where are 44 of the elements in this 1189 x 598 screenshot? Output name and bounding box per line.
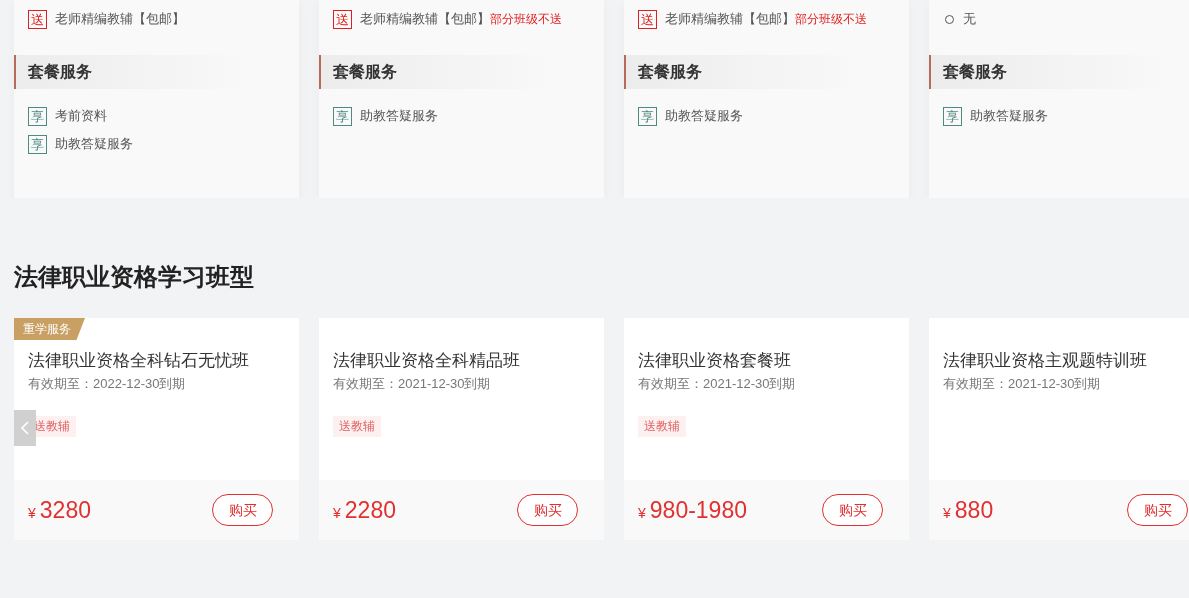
course-name: 法律职业资格全科精品班 — [333, 350, 520, 372]
service-mark: 享 — [28, 134, 47, 154]
course-validity: 有效期至：2022-12-30到期 — [28, 375, 186, 393]
service-mark: 享 — [638, 106, 657, 126]
course-card[interactable]: 法律职业资格主观题特训班 有效期至：2021-12-30到期 ¥ 880 购买 — [929, 318, 1189, 540]
service-mark: 享 — [943, 106, 962, 126]
course-name: 法律职业资格套餐班 — [638, 350, 791, 372]
previous-button[interactable] — [14, 410, 36, 446]
service-mark: 享 — [333, 106, 352, 126]
course-badge: 重学服务 — [14, 318, 85, 340]
service-text: 助教答疑服务 — [970, 107, 1048, 126]
gift-text: 老师精编教辅【包邮】 — [55, 10, 185, 29]
course-validity: 有效期至：2021-12-30到期 — [333, 375, 491, 393]
gift-text: 老师精编教辅【包邮】 — [360, 10, 490, 29]
gift-mark: 送 — [638, 9, 657, 29]
gift-text: 老师精编教辅【包邮】 — [665, 10, 795, 29]
course-name: 法律职业资格全科钻石无忧班 — [28, 350, 249, 372]
section-title: 法律职业资格学习班型 — [14, 262, 254, 292]
course-validity: 有效期至：2021-12-30到期 — [638, 375, 796, 393]
buy-button[interactable]: 购买 — [822, 494, 883, 526]
course-price: ¥ 880 — [943, 495, 994, 525]
service-mark: 享 — [28, 106, 47, 126]
course-card[interactable]: 法律职业资格套餐班 有效期至：2021-12-30到期 送教辅 ¥ 980-1980 购买 — [624, 318, 909, 540]
gift-note: 部分班级不送 — [795, 11, 867, 28]
gift-note: 部分班级不送 — [490, 11, 562, 28]
buy-button[interactable]: 购买 — [517, 494, 578, 526]
course-name: 法律职业资格主观题特训班 — [943, 350, 1147, 372]
service-text: 助教答疑服务 — [360, 107, 438, 126]
service-text: 助教答疑服务 — [55, 135, 133, 154]
gift-mark: 送 — [333, 9, 352, 29]
course-validity: 有效期至：2021-12-30到期 — [943, 375, 1101, 393]
gift-text: 无 — [963, 10, 976, 29]
course-card[interactable]: 法律职业资格全科精品班 有效期至：2021-12-30到期 送教辅 ¥ 2280 购买 — [319, 318, 604, 540]
course-price: ¥ 2280 — [333, 495, 396, 525]
course-tag: 送教辅 — [333, 416, 381, 437]
service-text: 考前资料 — [55, 107, 107, 126]
buy-button[interactable]: 购买 — [1127, 494, 1188, 526]
buy-button[interactable]: 购买 — [212, 494, 273, 526]
gift-mark: 送 — [28, 9, 47, 29]
course-price: ¥ 3280 — [28, 495, 91, 525]
chevron-left-icon — [21, 421, 29, 435]
course-price: ¥ 980-1980 — [638, 495, 747, 525]
course-tag: 送教辅 — [638, 416, 686, 437]
service-text: 助教答疑服务 — [665, 107, 743, 126]
